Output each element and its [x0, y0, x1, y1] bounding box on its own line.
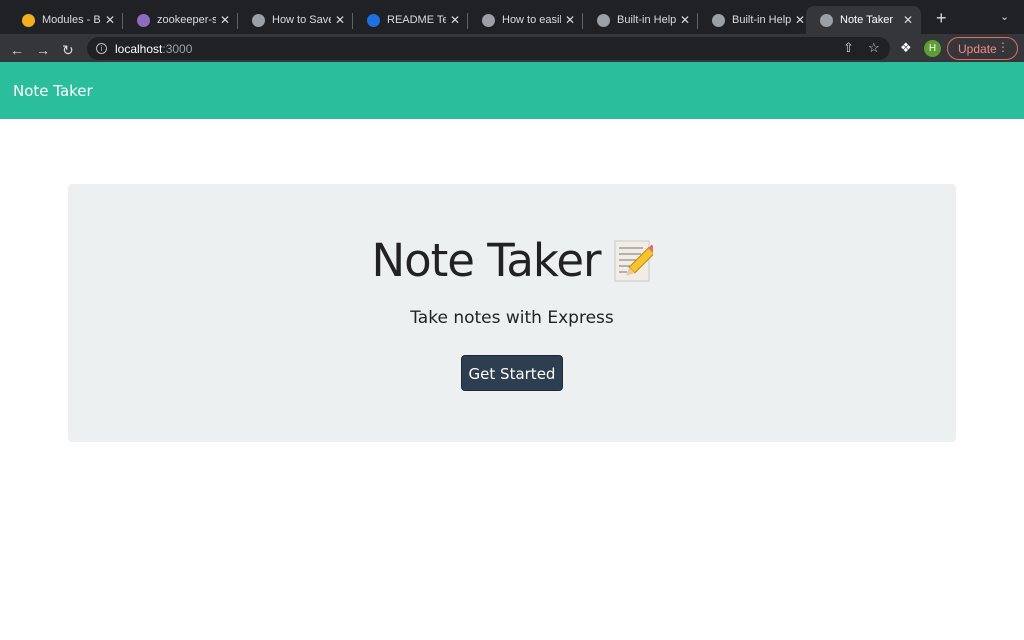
tab-title: Built-in Helpe	[617, 14, 676, 26]
close-tab-icon[interactable]: ✕	[795, 13, 805, 27]
close-tab-icon[interactable]: ✕	[450, 13, 460, 27]
tab-title: Modules - Boo	[42, 14, 101, 26]
update-label: Update	[958, 41, 997, 56]
share-icon[interactable]: ⇧	[843, 40, 854, 56]
close-tab-icon[interactable]: ✕	[105, 13, 115, 27]
tab-title: README Temp	[387, 14, 446, 26]
close-tab-icon[interactable]: ✕	[565, 13, 575, 27]
favicon-icon	[252, 13, 265, 27]
favicon-icon	[820, 13, 833, 27]
favicon-icon	[597, 13, 610, 27]
tab-title: zookeeper-sto	[157, 14, 216, 26]
close-tab-icon[interactable]: ✕	[220, 13, 230, 27]
tab-title: Note Taker	[840, 14, 893, 26]
favicon-icon	[22, 13, 35, 27]
browser-tab[interactable]: How to easily ✕	[468, 6, 583, 34]
favicon-icon	[137, 13, 150, 27]
browser-tab[interactable]: zookeeper-sto ✕	[123, 6, 238, 34]
tab-strip: Modules - Boo✕zookeeper-sto✕How to Save …	[0, 0, 1024, 34]
back-button[interactable]: ←	[10, 42, 24, 58]
profile-avatar[interactable]: H	[924, 40, 941, 57]
memo-icon	[614, 240, 653, 281]
url-host: localhost	[115, 41, 163, 56]
navbar: Note Taker	[0, 62, 1024, 119]
favicon-icon	[712, 13, 725, 27]
address-bar[interactable]: i localhost:3000 ⇧ ☆	[87, 37, 890, 60]
update-button[interactable]: Update ⋮	[947, 37, 1018, 60]
favicon-icon	[482, 13, 495, 27]
more-menu-icon[interactable]: ⋮	[997, 40, 1009, 54]
toolbar: ← → ↻ i localhost:3000 ⇧ ☆ ❖ H Update ⋮	[0, 34, 1024, 62]
tab-title: How to Save H	[272, 14, 331, 26]
get-started-button[interactable]: Get Started	[461, 355, 563, 391]
hero-title: Note Taker	[371, 234, 601, 287]
browser-tab[interactable]: Built-in Helpe ✕	[583, 6, 698, 34]
browser-tab[interactable]: Note Taker ✕	[806, 6, 921, 34]
extensions-puzzle-icon[interactable]: ❖	[900, 40, 912, 56]
tab-title: How to easily	[502, 14, 561, 26]
favicon-icon	[367, 13, 380, 27]
browser-tab[interactable]: Built-in Helpe ✕	[698, 6, 813, 34]
hero-subtitle: Take notes with Express	[410, 308, 614, 328]
close-tab-icon[interactable]: ✕	[335, 13, 345, 27]
tab-search-chevron-icon[interactable]: ⌄	[1000, 10, 1009, 23]
forward-button[interactable]: →	[36, 42, 50, 58]
hero-title-row: Note Taker	[68, 234, 956, 287]
bookmark-star-icon[interactable]: ☆	[868, 40, 880, 56]
close-tab-icon[interactable]: ✕	[680, 13, 690, 27]
browser-tab[interactable]: Modules - Boo ✕	[8, 6, 123, 34]
close-tab-icon[interactable]: ✕	[903, 13, 913, 27]
browser-tab[interactable]: README Temp ✕	[353, 6, 468, 34]
site-info-icon[interactable]: i	[96, 43, 107, 54]
navbar-brand[interactable]: Note Taker	[13, 82, 93, 100]
hero-jumbotron: Note Taker Take notes with Express Get S…	[68, 184, 956, 442]
url-port: :3000	[162, 41, 193, 56]
tab-title: Built-in Helpe	[732, 14, 791, 26]
reload-button[interactable]: ↻	[62, 42, 74, 59]
new-tab-button[interactable]: +	[936, 8, 947, 29]
browser-tab[interactable]: How to Save H ✕	[238, 6, 353, 34]
